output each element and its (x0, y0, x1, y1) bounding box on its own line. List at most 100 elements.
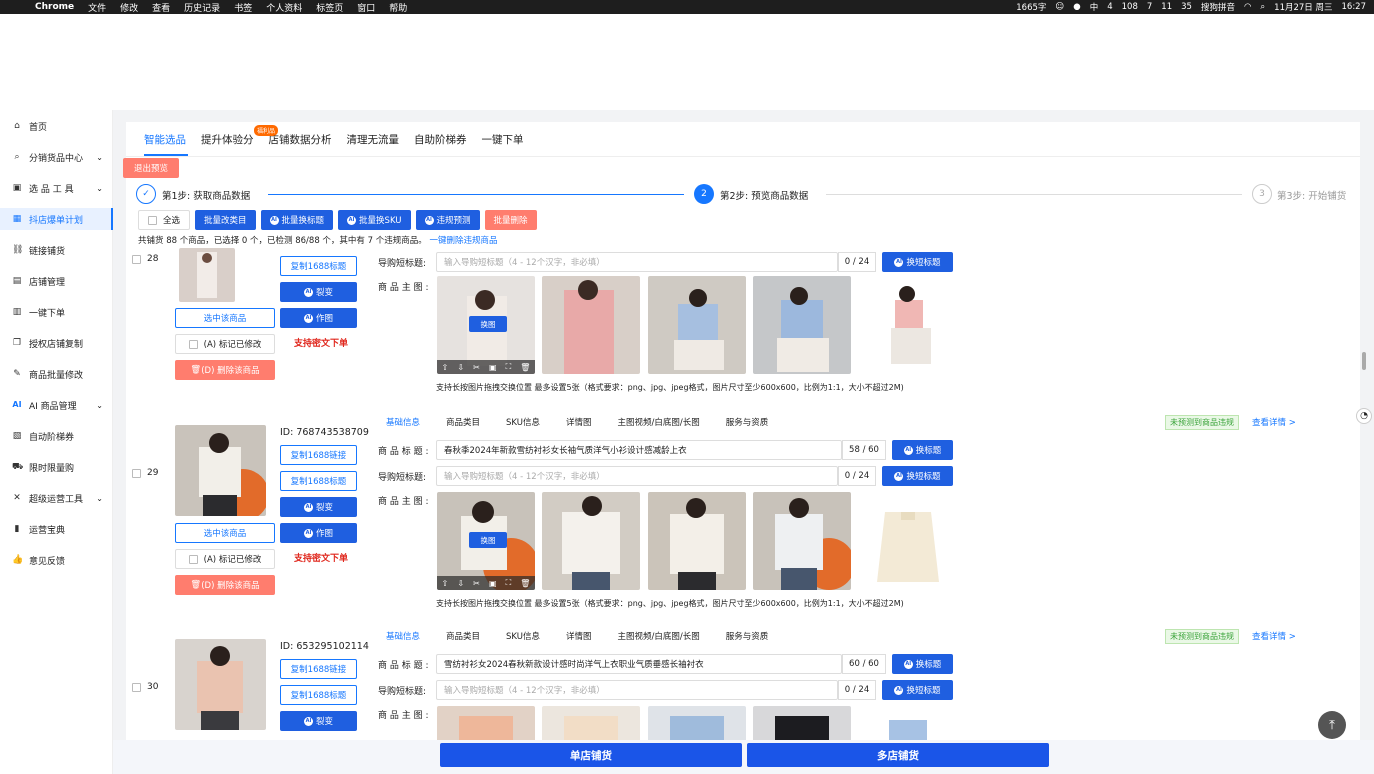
sidebar-item-2[interactable]: ▣ 选 品 工 具 ⌄ (0, 177, 113, 199)
tab-experience[interactable]: 提升体验分 (201, 132, 254, 152)
sidebar-item-7[interactable]: ❐ 授权店铺复制 (0, 332, 113, 354)
violation-predict-button[interactable]: AI 违规预测 (415, 210, 480, 230)
menu-bookmarks[interactable]: 书签 (234, 1, 252, 14)
char-count[interactable]: 1665字 (1016, 1, 1046, 13)
back-to-top-icon[interactable]: ⤒ (1318, 711, 1346, 739)
main-image-4[interactable] (753, 276, 851, 374)
delete-product-button[interactable]: 🗑 (D) 删除该商品 (175, 360, 275, 380)
download-icon[interactable]: ⇩ (457, 579, 464, 588)
product-thumbnail[interactable] (175, 425, 266, 516)
product-title-input[interactable]: 雪纺衬衫女2024春秋新款设计感时尚洋气上衣职业气质垂感长袖衬衣 (436, 654, 842, 674)
delete-violations-link[interactable]: 一键删除违规商品 (429, 236, 497, 246)
exit-preview-button[interactable]: 退出预览 (123, 158, 179, 178)
main-image-4[interactable] (753, 492, 851, 590)
subtab-basic-info[interactable]: 基础信息 (386, 630, 420, 642)
row-checkbox[interactable]: 30 (132, 682, 158, 692)
menu-edit[interactable]: 修改 (120, 1, 138, 14)
sidebar-item-1[interactable]: ⌕ 分销货品中心 ⌄ (0, 146, 113, 168)
notif-count-4[interactable]: 35 (1181, 2, 1192, 12)
product-thumbnail[interactable] (175, 639, 266, 730)
row-checkbox[interactable]: 28 (132, 254, 158, 264)
change-short-title-button[interactable]: AI 换短标题 (882, 466, 953, 486)
swap-image-button[interactable]: 换图 (469, 532, 507, 548)
delete-icon[interactable]: 🗑 (520, 363, 530, 372)
subtab-sku[interactable]: SKU信息 (506, 630, 540, 642)
menu-tabs[interactable]: 标签页 (316, 1, 343, 14)
main-image-5[interactable] (859, 492, 957, 590)
sidebar-item-3[interactable]: ▦ 抖店爆单计划 (0, 208, 113, 230)
copy-1688-link-button[interactable]: 复制1688链接 (280, 659, 357, 679)
wechat-count[interactable]: 11 (1161, 2, 1172, 12)
view-detail-link[interactable]: 查看详情 > (1252, 630, 1296, 642)
tab-smart-select[interactable]: 智能选品 (144, 132, 186, 152)
select-product-button[interactable]: 选中该商品 (175, 308, 275, 328)
notif-count-2[interactable]: 108 (1122, 2, 1138, 12)
subtab-category[interactable]: 商品类目 (446, 630, 480, 642)
split-button[interactable]: AI 裂变 (280, 282, 357, 302)
tab-one-click-order[interactable]: 一键下单 (482, 132, 524, 152)
row-checkbox[interactable]: 29 (132, 468, 158, 478)
delete-icon[interactable]: 🗑 (520, 579, 530, 588)
subtab-service[interactable]: 服务与资质 (726, 630, 769, 642)
sidebar-item-8[interactable]: ✎ 商品批量修改 (0, 363, 113, 385)
change-title-button[interactable]: AI 换标题 (892, 654, 953, 674)
product-title-input[interactable]: 春秋季2024年新款雪纺衬衫女长袖气质洋气小衫设计感减龄上衣 (436, 440, 842, 460)
search-icon[interactable]: ⌕ (1260, 2, 1265, 12)
menu-app-name[interactable]: Chrome (35, 2, 74, 12)
main-image-3[interactable] (648, 492, 746, 590)
main-image-3[interactable] (648, 276, 746, 374)
batch-delete-button[interactable]: 批量删除 (484, 210, 537, 230)
sidebar-item-6[interactable]: ▥ 一键下单 (0, 301, 113, 323)
sidebar-item-4[interactable]: ⛓ 链接铺货 (0, 239, 113, 261)
change-short-title-button[interactable]: AI 换短标题 (882, 252, 953, 272)
menu-profile[interactable]: 个人资料 (266, 1, 302, 14)
clock-time[interactable]: 16:27 (1342, 2, 1367, 12)
subtab-sku[interactable]: SKU信息 (506, 416, 540, 428)
assistant-float-icon[interactable]: ◔ (1356, 408, 1372, 424)
menu-history[interactable]: 历史记录 (184, 1, 220, 14)
copy-1688-title-button[interactable]: 复制1688标题 (280, 256, 357, 276)
change-title-button[interactable]: AI 换标题 (892, 440, 953, 460)
image-icon[interactable]: ▣ (489, 363, 497, 372)
batch-title-button[interactable]: AI 批量换标题 (260, 210, 334, 230)
mic-icon[interactable]: ● (1073, 2, 1080, 12)
tab-clean-no-traffic[interactable]: 清理无流量 (347, 132, 400, 152)
crop-icon[interactable]: ⛶ (506, 578, 512, 588)
mark-modified-button[interactable]: (A) 标记已修改 (175, 334, 275, 354)
make-image-button[interactable]: AI 作图 (280, 523, 357, 543)
menu-window[interactable]: 窗口 (357, 1, 375, 14)
split-button[interactable]: AI 裂变 (280, 497, 357, 517)
copy-1688-title-button[interactable]: 复制1688标题 (280, 471, 357, 491)
subtab-service[interactable]: 服务与资质 (726, 416, 769, 428)
sidebar-item-9[interactable]: AI AI 商品管理 ⌄ (0, 394, 113, 416)
select-product-button[interactable]: 选中该商品 (175, 523, 275, 543)
copy-1688-title-button[interactable]: 复制1688标题 (280, 685, 357, 705)
tab-shop-analysis[interactable]: 店铺数据分析 (269, 132, 332, 152)
view-detail-link[interactable]: 查看详情 > (1252, 416, 1296, 428)
emoji-icon[interactable]: ☺ (1055, 2, 1064, 12)
subtab-basic-info[interactable]: 基础信息 (386, 416, 420, 428)
sidebar-item-12[interactable]: ✕ 超级运营工具 ⌄ (0, 487, 113, 509)
short-title-input[interactable]: 输入导购短标题（4 - 12个汉字，非必填） (436, 680, 838, 700)
batch-sku-button[interactable]: AI 批量换SKU (338, 210, 411, 230)
subtab-video[interactable]: 主图视频/白底图/长图 (618, 630, 700, 642)
tab-tier-coupon[interactable]: 自助阶梯券 (414, 132, 467, 152)
short-title-input[interactable]: 输入导购短标题（4 - 12个汉字，非必填） (436, 466, 838, 486)
cut-icon[interactable]: ✂ (473, 363, 480, 372)
split-button[interactable]: AI 裂变 (280, 711, 357, 731)
subtab-video[interactable]: 主图视频/白底图/长图 (618, 416, 700, 428)
change-short-title-button[interactable]: AI 换短标题 (882, 680, 953, 700)
sidebar-item-0[interactable]: ⌂ 首页 (0, 115, 113, 137)
short-title-input[interactable]: 输入导购短标题（4 - 12个汉字，非必填） (436, 252, 838, 272)
select-all-checkbox[interactable]: 全选 (138, 210, 191, 230)
main-image-1[interactable]: 换图 ⇧ ⇩ ✂ ▣ ⛶ 🗑 (437, 492, 535, 590)
subtab-detail-images[interactable]: 详情图 (566, 416, 592, 428)
ime-name[interactable]: 搜狗拼音 (1201, 1, 1235, 13)
menu-file[interactable]: 文件 (88, 1, 106, 14)
menu-view[interactable]: 查看 (152, 1, 170, 14)
mark-modified-button[interactable]: (A) 标记已修改 (175, 549, 275, 569)
subtab-detail-images[interactable]: 详情图 (566, 630, 592, 642)
cut-icon[interactable]: ✂ (473, 579, 480, 588)
sidebar-item-5[interactable]: ▤ 店铺管理 (0, 270, 113, 292)
sidebar-item-14[interactable]: 👍 意见反馈 (0, 549, 113, 571)
